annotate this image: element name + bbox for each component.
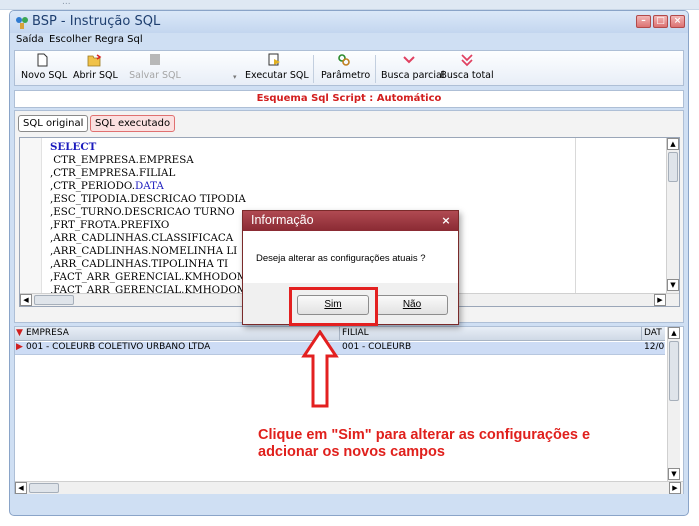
scroll-right-button[interactable]: ▶ [669,482,681,494]
minimize-button[interactable]: – [636,15,651,28]
dialog-title: Informação [251,213,314,227]
no-button[interactable]: Não [376,295,448,315]
app-icon [16,17,28,29]
editor-vertical-scrollbar[interactable]: ▲ ▼ [666,138,679,293]
sql-line: ,ARR_CADLINHAS.CLASSIFICACA [50,232,234,244]
parameter-label: Parâmetro [321,70,371,81]
column-header-data[interactable]: DAT [644,328,662,338]
window-title: BSP - Instrução SQL [32,14,161,29]
new-sql-label: Novo SQL [21,70,68,81]
close-button[interactable]: × [670,15,685,28]
annotation-arrow-icon [301,330,339,408]
sql-line: ,ARR_CADLINHAS.NOMELINHA LI [50,245,238,257]
no-label: Não [402,299,422,310]
tab-sql-executado[interactable]: SQL executado [90,115,176,132]
tab-sql-original[interactable]: SQL original [18,115,89,132]
sql-line: ,CTR_EMPRESA.FILIAL [50,167,176,179]
open-folder-icon [87,54,102,67]
scroll-thumb[interactable] [668,152,678,182]
save-sql-label: Salvar SQL [129,70,181,81]
scroll-thumb[interactable] [669,341,679,401]
row-indicator-icon: ▶ [16,342,23,352]
grid-horizontal-scrollbar[interactable]: ◀ ▶ [15,481,683,494]
sql-line: ,FRT_FROTA.PREFIXO [50,219,170,231]
dialog-close-button[interactable]: × [439,214,453,228]
scroll-down-button[interactable]: ▼ [668,468,680,480]
cell-data: 12/0 [644,342,665,352]
sql-line: ,ARR_CADLINHAS.TIPOLINHA TI [50,258,229,270]
total-search-label: Busca total [440,70,494,81]
open-sql-label: Abrir SQL [73,70,118,81]
toolbar-separator [375,55,376,83]
scroll-left-button[interactable]: ◀ [20,294,32,306]
sort-arrow-icon: ▼ [16,328,23,338]
background-window-strip: ... [0,0,699,10]
partial-search-button[interactable]: Busca parcial [381,53,445,85]
scroll-thumb[interactable] [34,295,74,305]
save-sql-button[interactable]: Salvar SQL [127,53,183,85]
cell-filial: 001 - COLEURB [342,342,412,352]
dialog-title-bar: Informação × [243,211,458,231]
dialog-message: Deseja alterar as configurações atuais ? [256,253,426,264]
cell-empresa: 001 - COLEURB COLETIVO URBANO LTDA [26,342,211,352]
scroll-up-button[interactable]: ▲ [668,327,680,339]
menu-escolher-regra-sql[interactable]: Escolher Regra Sql [49,34,143,45]
column-separator [641,327,642,341]
highlight-box [289,287,378,326]
scroll-up-button[interactable]: ▲ [667,138,679,150]
editor-margin-line [575,138,576,306]
sql-line: SELECT [50,141,97,153]
execute-sql-label: Executar SQL [245,70,309,81]
sql-line: ,FACT_ARR_GERENCIAL.KMHODOM [50,271,248,283]
menu-bar: Saída Escolher Regra Sql [14,33,684,49]
save-dropdown-arrow[interactable]: ▾ [233,53,238,85]
sql-keyword: DATA [135,180,164,192]
grid-header: ▼ EMPRESA FILIAL DAT [15,327,665,341]
partial-search-label: Busca parcial [381,70,445,81]
background-text: ... [62,0,71,7]
results-grid: ▼ EMPRESA FILIAL DAT ▶ 001 - COLEURB COL… [14,326,684,494]
column-header-empresa[interactable]: EMPRESA [26,328,69,338]
editor-gutter [20,138,42,306]
new-document-icon [37,53,48,67]
sql-line: ,ESC_TURNO.DESCRICAO TURNO [50,206,235,218]
save-icon [150,54,160,65]
column-header-filial[interactable]: FILIAL [342,328,369,338]
sql-line: CTR_EMPRESA.EMPRESA [50,154,194,166]
maximize-button[interactable]: □ [653,15,668,28]
chevron-down-icon [403,56,415,64]
parameter-button[interactable]: Parâmetro [321,53,371,85]
open-sql-button[interactable]: Abrir SQL [73,53,118,85]
table-row[interactable]: ▶ 001 - COLEURB COLETIVO URBANO LTDA 001… [15,342,665,355]
double-chevron-down-icon [461,54,473,67]
title-bar: BSP - Instrução SQL – □ × [10,11,688,33]
execute-sql-button[interactable]: Executar SQL [245,53,309,85]
total-search-button[interactable]: Busca total [439,53,495,85]
sql-line: ,ESC_TIPODIA.DESCRICAO TIPODIA [50,193,246,205]
sql-line: ,CTR_PERIODO.DATA [50,180,164,192]
annotation-text: Clique em "Sim" para alterar as configur… [258,427,591,460]
execute-icon [268,53,280,66]
new-sql-button[interactable]: Novo SQL [21,53,68,85]
scroll-left-button[interactable]: ◀ [15,482,27,494]
scroll-thumb[interactable] [29,483,59,493]
dialog-body: Deseja alterar as configurações atuais ? [243,231,458,283]
scroll-down-button[interactable]: ▼ [667,279,679,291]
grid-vertical-scrollbar[interactable]: ▲ ▼ [667,327,680,481]
schema-label: Esquema Sql Script : Automático [14,90,684,108]
parameter-icon [338,54,350,66]
scroll-right-button[interactable]: ▶ [654,294,666,306]
menu-saida[interactable]: Saída [16,34,44,45]
toolbar-separator [313,55,314,83]
toolbar: Novo SQL Abrir SQL Salvar SQL ▾ Executar… [14,50,684,86]
